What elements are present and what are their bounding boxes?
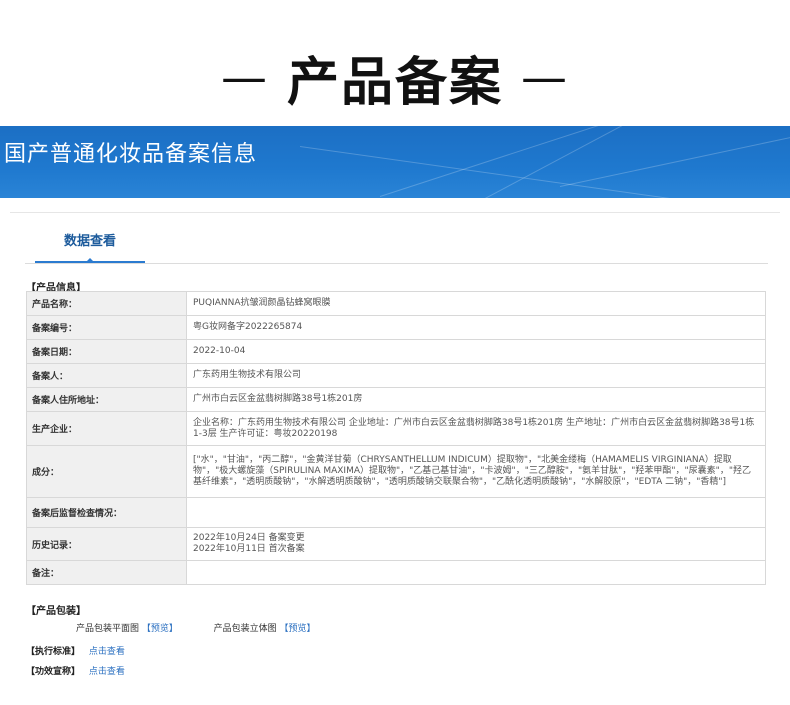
table-row: 备案日期： 2022-10-04 (26, 339, 766, 364)
tab-label: 数据查看 (63, 234, 116, 249)
packaging-flat-preview-link[interactable]: 【预览】 (142, 624, 178, 634)
section-exec-standard: 【执行标准】 (26, 647, 81, 657)
table-row: 成分： ["水"，"甘油"，"丙二醇"，"金黄洋甘菊（CHRYSANTHELLUM… (26, 445, 766, 498)
banner: 国产普通化妆品备案信息 (0, 126, 790, 198)
row-key: 历史记录： (26, 527, 187, 561)
table-row: 备案后监督检查情况： (26, 497, 766, 528)
table-row: 备案人住所地址： 广州市白云区金盆翡树脚路38号1栋201房 (26, 387, 766, 412)
content-card: 数据查看 【产品信息】 产品名称： PUQIANNA抗皱润颜晶钻蜂窝眼膜 备案编号：… (10, 212, 780, 703)
row-key: 备案编号： (26, 315, 187, 340)
row-key: 生产企业： (26, 411, 187, 446)
section-product-packaging: 【产品包装】 (26, 606, 86, 617)
table-row: 产品名称： PUQIANNA抗皱润颜晶钻蜂窝眼膜 (26, 291, 766, 316)
table-row: 备案人： 广东药用生物技术有限公司 (26, 363, 766, 388)
row-value (186, 497, 766, 528)
packaging-solid-preview-link[interactable]: 【预览】 (280, 624, 316, 634)
heading-dash-left: — (220, 50, 269, 104)
table-row: 备案编号： 粤G妆网备字2022265874 (26, 315, 766, 340)
heading-dash-right: — (521, 50, 569, 104)
efficacy-claim-row: 【功效宣称】 点击查看 (26, 664, 125, 677)
tab-active-indicator (85, 258, 95, 263)
page: — 产品备案 — 国产普通化妆品备案信息 数据查看 【产品信息】 产品名称： PU… (0, 0, 790, 705)
exec-standard-link[interactable]: 点击查看 (89, 647, 125, 657)
row-key: 备案日期： (26, 339, 187, 364)
efficacy-claim-link[interactable]: 点击查看 (89, 667, 125, 677)
banner-decoration (469, 126, 790, 198)
table-row: 历史记录： 2022年10月24日 备案变更 2022年10月11日 首次备案 (26, 527, 766, 561)
row-value: ["水"，"甘油"，"丙二醇"，"金黄洋甘菊（CHRYSANTHELLUM IN… (186, 445, 766, 498)
row-value: 广州市白云区金盆翡树脚路38号1栋201房 (186, 387, 766, 412)
row-value (186, 560, 766, 585)
banner-title: 国产普通化妆品备案信息 (4, 142, 258, 167)
row-key: 成分： (26, 445, 187, 498)
product-info-table: 产品名称： PUQIANNA抗皱润颜晶钻蜂窝眼膜 备案编号： 粤G妆网备字202226… (26, 291, 766, 585)
row-key: 备案后监督检查情况： (26, 497, 187, 528)
section-efficacy-claim: 【功效宣称】 (26, 667, 81, 677)
row-key: 备案人： (26, 363, 187, 388)
packaging-solid-label: 产品包装立体图 (213, 624, 277, 634)
row-value: 2022年10月24日 备案变更 2022年10月11日 首次备案 (186, 527, 766, 561)
page-heading: — 产品备案 — (0, 42, 790, 113)
row-value: 2022-10-04 (186, 339, 766, 364)
row-key: 备案人住所地址： (26, 387, 187, 412)
table-row: 生产企业： 企业名称：广东药用生物技术有限公司 企业地址：广州市白云区金盆翡树脚路… (26, 411, 766, 446)
tab-data-view[interactable]: 数据查看 (35, 233, 145, 263)
banner-decoration (299, 146, 790, 198)
row-key: 备注： (26, 560, 187, 585)
banner-decoration (559, 126, 790, 187)
row-key: 产品名称： (26, 291, 187, 316)
row-value: PUQIANNA抗皱润颜晶钻蜂窝眼膜 (186, 291, 766, 316)
heading-text: 产品备案 (286, 52, 503, 113)
row-value: 粤G妆网备字2022265874 (186, 315, 766, 340)
packaging-flat-label: 产品包装平面图 (76, 624, 140, 634)
table-row: 备注： (26, 560, 766, 585)
exec-standard-row: 【执行标准】 点击查看 (26, 644, 125, 657)
row-value: 企业名称：广东药用生物技术有限公司 企业地址：广州市白云区金盆翡树脚路38号1栋… (186, 411, 766, 446)
packaging-row: 产品包装平面图 【预览】 产品包装立体图 【预览】 (76, 621, 316, 634)
row-value: 广东药用生物技术有限公司 (186, 363, 766, 388)
tab-bar: 数据查看 (25, 233, 768, 264)
